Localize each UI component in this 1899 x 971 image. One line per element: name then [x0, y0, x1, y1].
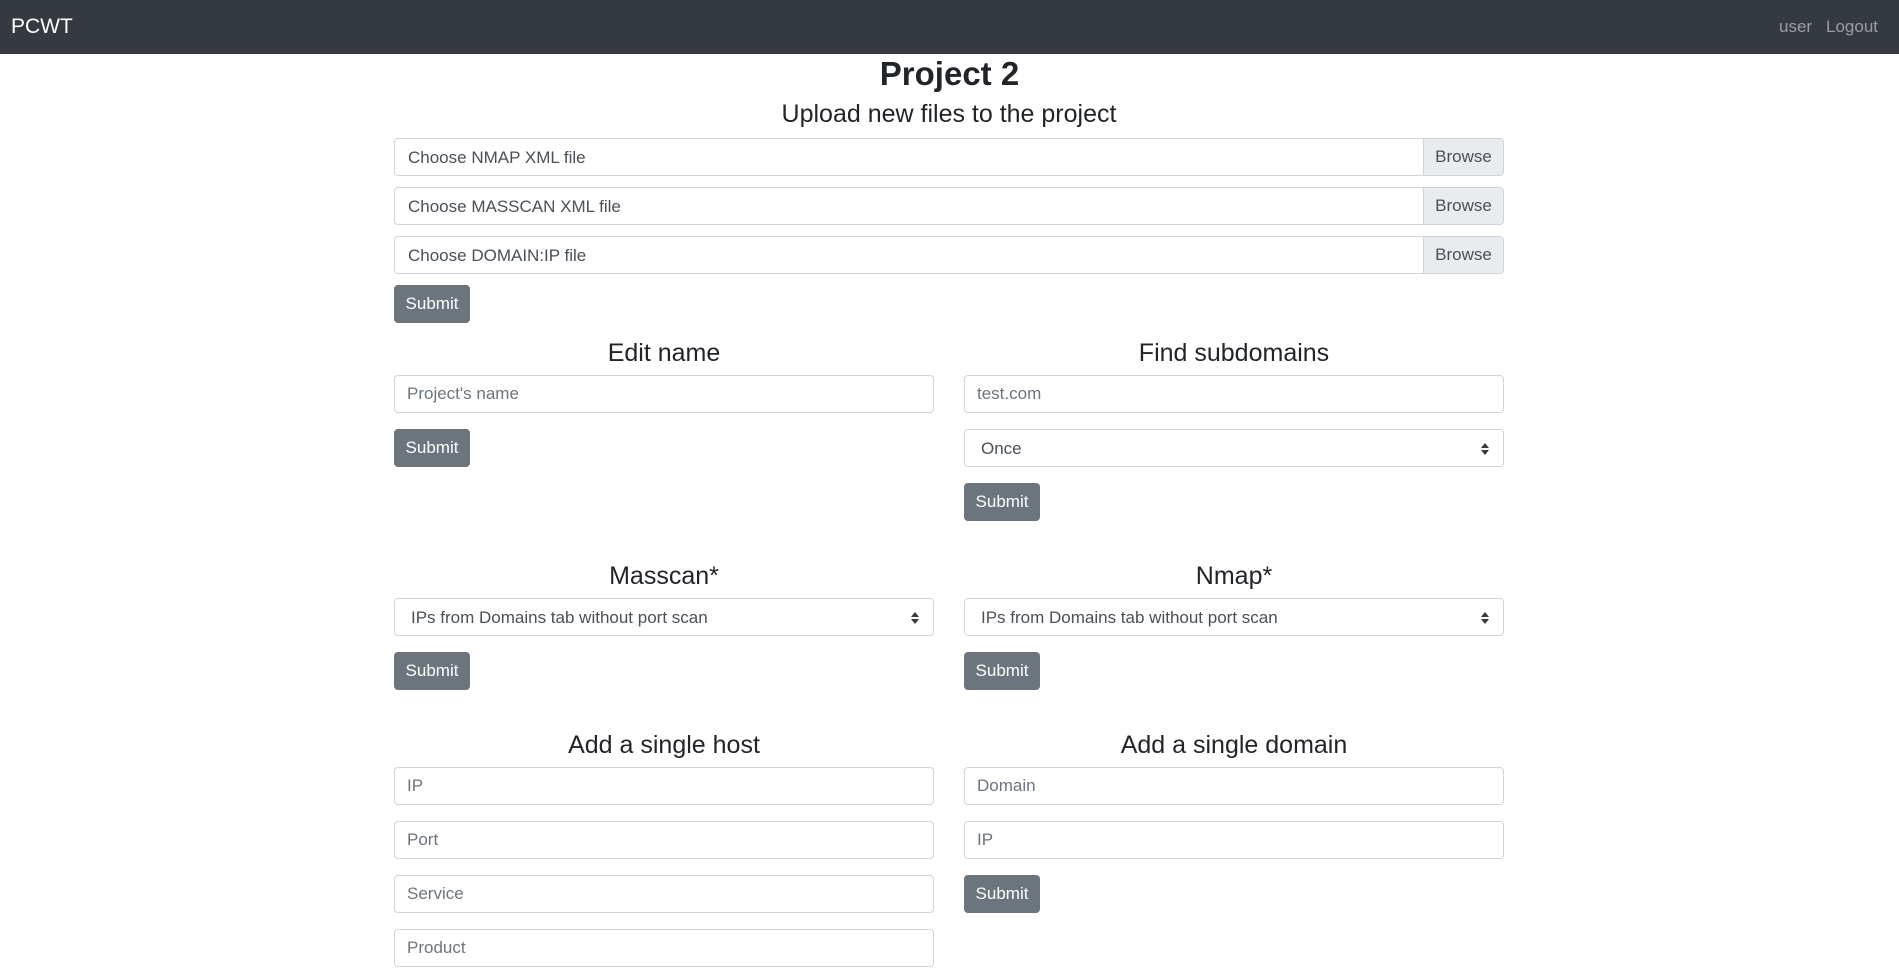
add-host-title: Add a single host: [568, 731, 760, 759]
masscan-submit-button[interactable]: Submit: [394, 652, 470, 690]
logout-link[interactable]: Logout: [1826, 16, 1878, 38]
subdomain-frequency-value: Once: [981, 439, 1022, 458]
domain-ip-file-label: Choose DOMAIN:IP file: [408, 246, 587, 265]
nmap-file-input[interactable]: Choose NMAP XML file Browse: [394, 138, 1504, 176]
add-domain-title: Add a single domain: [1120, 731, 1348, 759]
host-service-input[interactable]: [394, 875, 934, 913]
user-link[interactable]: user: [1779, 16, 1812, 38]
masscan-title: Masscan*: [609, 562, 719, 590]
edit-name-submit-button[interactable]: Submit: [394, 429, 470, 467]
host-ip-input[interactable]: [394, 767, 934, 805]
nmap-submit-button[interactable]: Submit: [964, 652, 1040, 690]
find-subdomains-submit-button[interactable]: Submit: [964, 483, 1040, 521]
subdomain-frequency-select[interactable]: Once: [964, 429, 1504, 467]
masscan-file-label: Choose MASSCAN XML file: [408, 197, 621, 216]
nmap-file-label: Choose NMAP XML file: [408, 148, 586, 167]
upload-section-title: Upload new files to the project: [781, 100, 1117, 128]
masscan-target-select[interactable]: IPs from Domains tab without port scan: [394, 598, 934, 636]
top-navbar: PCWT user Logout: [0, 0, 1899, 54]
host-product-input[interactable]: [394, 929, 934, 967]
nmap-browse-button[interactable]: Browse: [1423, 139, 1503, 175]
sort-arrows-icon: [1481, 443, 1489, 455]
masscan-browse-button[interactable]: Browse: [1423, 188, 1503, 224]
upload-submit-button[interactable]: Submit: [394, 285, 470, 323]
sort-arrows-icon: [1481, 612, 1489, 624]
masscan-target-value: IPs from Domains tab without port scan: [411, 608, 708, 627]
brand-logo[interactable]: PCWT: [11, 14, 73, 40]
host-port-input[interactable]: [394, 821, 934, 859]
nmap-target-value: IPs from Domains tab without port scan: [981, 608, 1278, 627]
subdomain-domain-input[interactable]: [964, 375, 1504, 413]
nmap-title: Nmap*: [1195, 562, 1273, 590]
domain-name-input[interactable]: [964, 767, 1504, 805]
domain-ip-browse-button[interactable]: Browse: [1423, 237, 1503, 273]
project-name-input[interactable]: [394, 375, 934, 413]
sort-arrows-icon: [911, 612, 919, 624]
add-domain-submit-button[interactable]: Submit: [964, 875, 1040, 913]
edit-name-title: Edit name: [607, 339, 721, 367]
page-title: Project 2: [879, 55, 1020, 92]
nmap-target-select[interactable]: IPs from Domains tab without port scan: [964, 598, 1504, 636]
domain-ip-input[interactable]: [964, 821, 1504, 859]
find-subdomains-title: Find subdomains: [1138, 339, 1330, 367]
domain-ip-file-input[interactable]: Choose DOMAIN:IP file Browse: [394, 236, 1504, 274]
masscan-file-input[interactable]: Choose MASSCAN XML file Browse: [394, 187, 1504, 225]
